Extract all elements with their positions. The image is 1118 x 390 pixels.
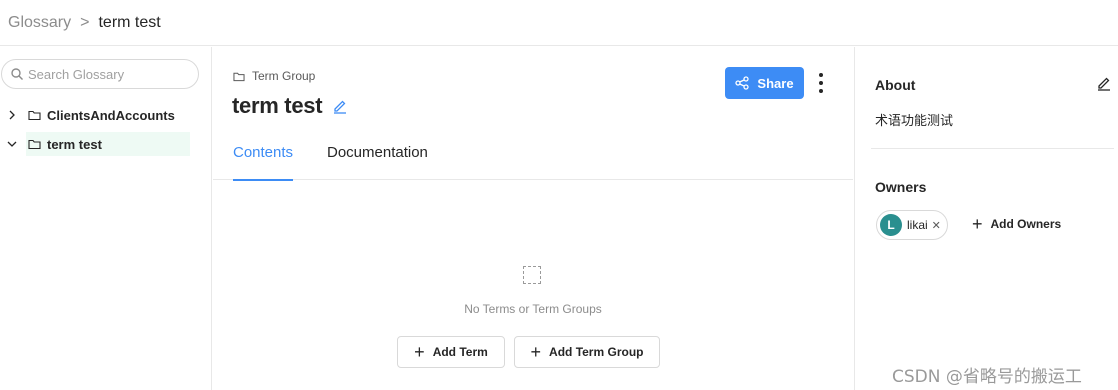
entity-type-label: Term Group bbox=[233, 69, 315, 83]
add-term-group-button[interactable]: + Add Term Group bbox=[514, 336, 660, 368]
folder-icon bbox=[28, 110, 41, 121]
owner-chip[interactable]: L likai ✕ bbox=[876, 210, 948, 240]
search-input[interactable] bbox=[28, 66, 188, 82]
avatar: L bbox=[880, 214, 902, 236]
tree-item-label: term test bbox=[47, 136, 102, 152]
main-content: Term Group term test Share Contents Docu… bbox=[213, 47, 853, 390]
about-heading: About bbox=[875, 77, 916, 93]
search-box[interactable] bbox=[1, 59, 199, 89]
breadcrumb-glossary-link[interactable]: Glossary bbox=[8, 14, 71, 32]
watermark: CSDN @省略号的搬运工 bbox=[892, 367, 1082, 387]
edit-description-icon[interactable] bbox=[1096, 75, 1112, 91]
tree-item-term-test[interactable]: term test bbox=[6, 132, 190, 156]
tab-contents[interactable]: Contents bbox=[233, 144, 294, 181]
add-owners-label: Add Owners bbox=[990, 217, 1062, 231]
tabs-bar: Contents Documentation bbox=[213, 135, 853, 181]
empty-state-icon bbox=[523, 266, 541, 284]
page-title: term test bbox=[232, 93, 323, 118]
owners-heading: Owners bbox=[875, 179, 927, 195]
chevron-down-icon[interactable] bbox=[6, 138, 18, 150]
folder-icon bbox=[28, 139, 41, 150]
breadcrumb-separator: > bbox=[80, 13, 90, 31]
breadcrumb: Glossary > term test bbox=[0, 0, 1118, 46]
share-icon bbox=[735, 76, 750, 90]
tree-item-clientsandaccounts[interactable]: ClientsAndAccounts bbox=[6, 103, 179, 127]
search-icon bbox=[11, 68, 23, 80]
chevron-right-icon[interactable] bbox=[6, 109, 18, 121]
empty-state-text: No Terms or Term Groups bbox=[464, 302, 602, 316]
title-row: term test bbox=[232, 93, 348, 119]
close-icon[interactable]: ✕ bbox=[932, 219, 941, 232]
tab-documentation[interactable]: Documentation bbox=[327, 144, 428, 179]
more-options-icon[interactable] bbox=[813, 69, 829, 97]
entity-type-text: Term Group bbox=[252, 69, 316, 83]
breadcrumb-current: term test bbox=[98, 13, 161, 31]
glossary-sidebar: ClientsAndAccounts term test bbox=[0, 47, 212, 390]
add-term-label: Add Term bbox=[432, 345, 488, 359]
divider bbox=[871, 148, 1114, 149]
about-description: 术语功能测试 bbox=[875, 114, 954, 129]
folder-icon bbox=[233, 72, 245, 81]
add-term-group-label: Add Term Group bbox=[549, 345, 644, 359]
plus-icon: + bbox=[530, 342, 542, 362]
owner-name: likai bbox=[907, 218, 928, 232]
plus-icon: + bbox=[972, 214, 983, 234]
share-label: Share bbox=[757, 75, 794, 91]
add-owners-button[interactable]: + Add Owners bbox=[972, 215, 1061, 233]
edit-name-icon[interactable] bbox=[332, 98, 348, 114]
plus-icon: + bbox=[414, 342, 425, 362]
share-button[interactable]: Share bbox=[725, 67, 804, 99]
tree-item-label: ClientsAndAccounts bbox=[47, 107, 175, 123]
add-term-button[interactable]: + Add Term bbox=[397, 336, 505, 368]
details-panel: About 术语功能测试 Owners L likai ✕ + Add Owne… bbox=[854, 47, 1118, 390]
